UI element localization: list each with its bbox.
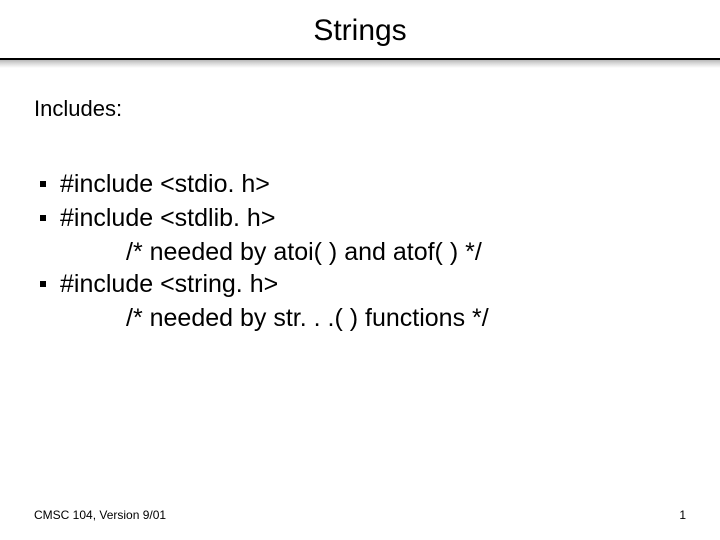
bullet-indent: /* needed by str. . .( ) functions */ xyxy=(40,302,680,334)
bullet-text: #include <stdlib. h> xyxy=(60,202,275,234)
bullet-indent-text: /* needed by atoi( ) and atof( ) */ xyxy=(126,236,680,268)
title-divider xyxy=(0,58,720,68)
slide-title: Strings xyxy=(0,0,720,58)
bullet-text: #include <stdio. h> xyxy=(60,168,270,200)
bullet-icon xyxy=(40,215,46,221)
subheading: Includes: xyxy=(0,68,720,122)
bullet-indent-text: /* needed by str. . .( ) functions */ xyxy=(126,302,680,334)
bullet-icon xyxy=(40,281,46,287)
bullet-item: #include <string. h> xyxy=(40,268,680,300)
slide: Strings Includes: #include <stdio. h> #i… xyxy=(0,0,720,540)
bullet-text: #include <string. h> xyxy=(60,268,278,300)
bullet-icon xyxy=(40,181,46,187)
slide-body: #include <stdio. h> #include <stdlib. h>… xyxy=(0,122,720,334)
bullet-item: #include <stdlib. h> xyxy=(40,202,680,234)
footer: CMSC 104, Version 9/01 1 xyxy=(34,508,686,522)
bullet-item: #include <stdio. h> xyxy=(40,168,680,200)
bullet-indent: /* needed by atoi( ) and atof( ) */ xyxy=(40,236,680,268)
footer-page-number: 1 xyxy=(679,508,686,522)
footer-left: CMSC 104, Version 9/01 xyxy=(34,508,166,522)
